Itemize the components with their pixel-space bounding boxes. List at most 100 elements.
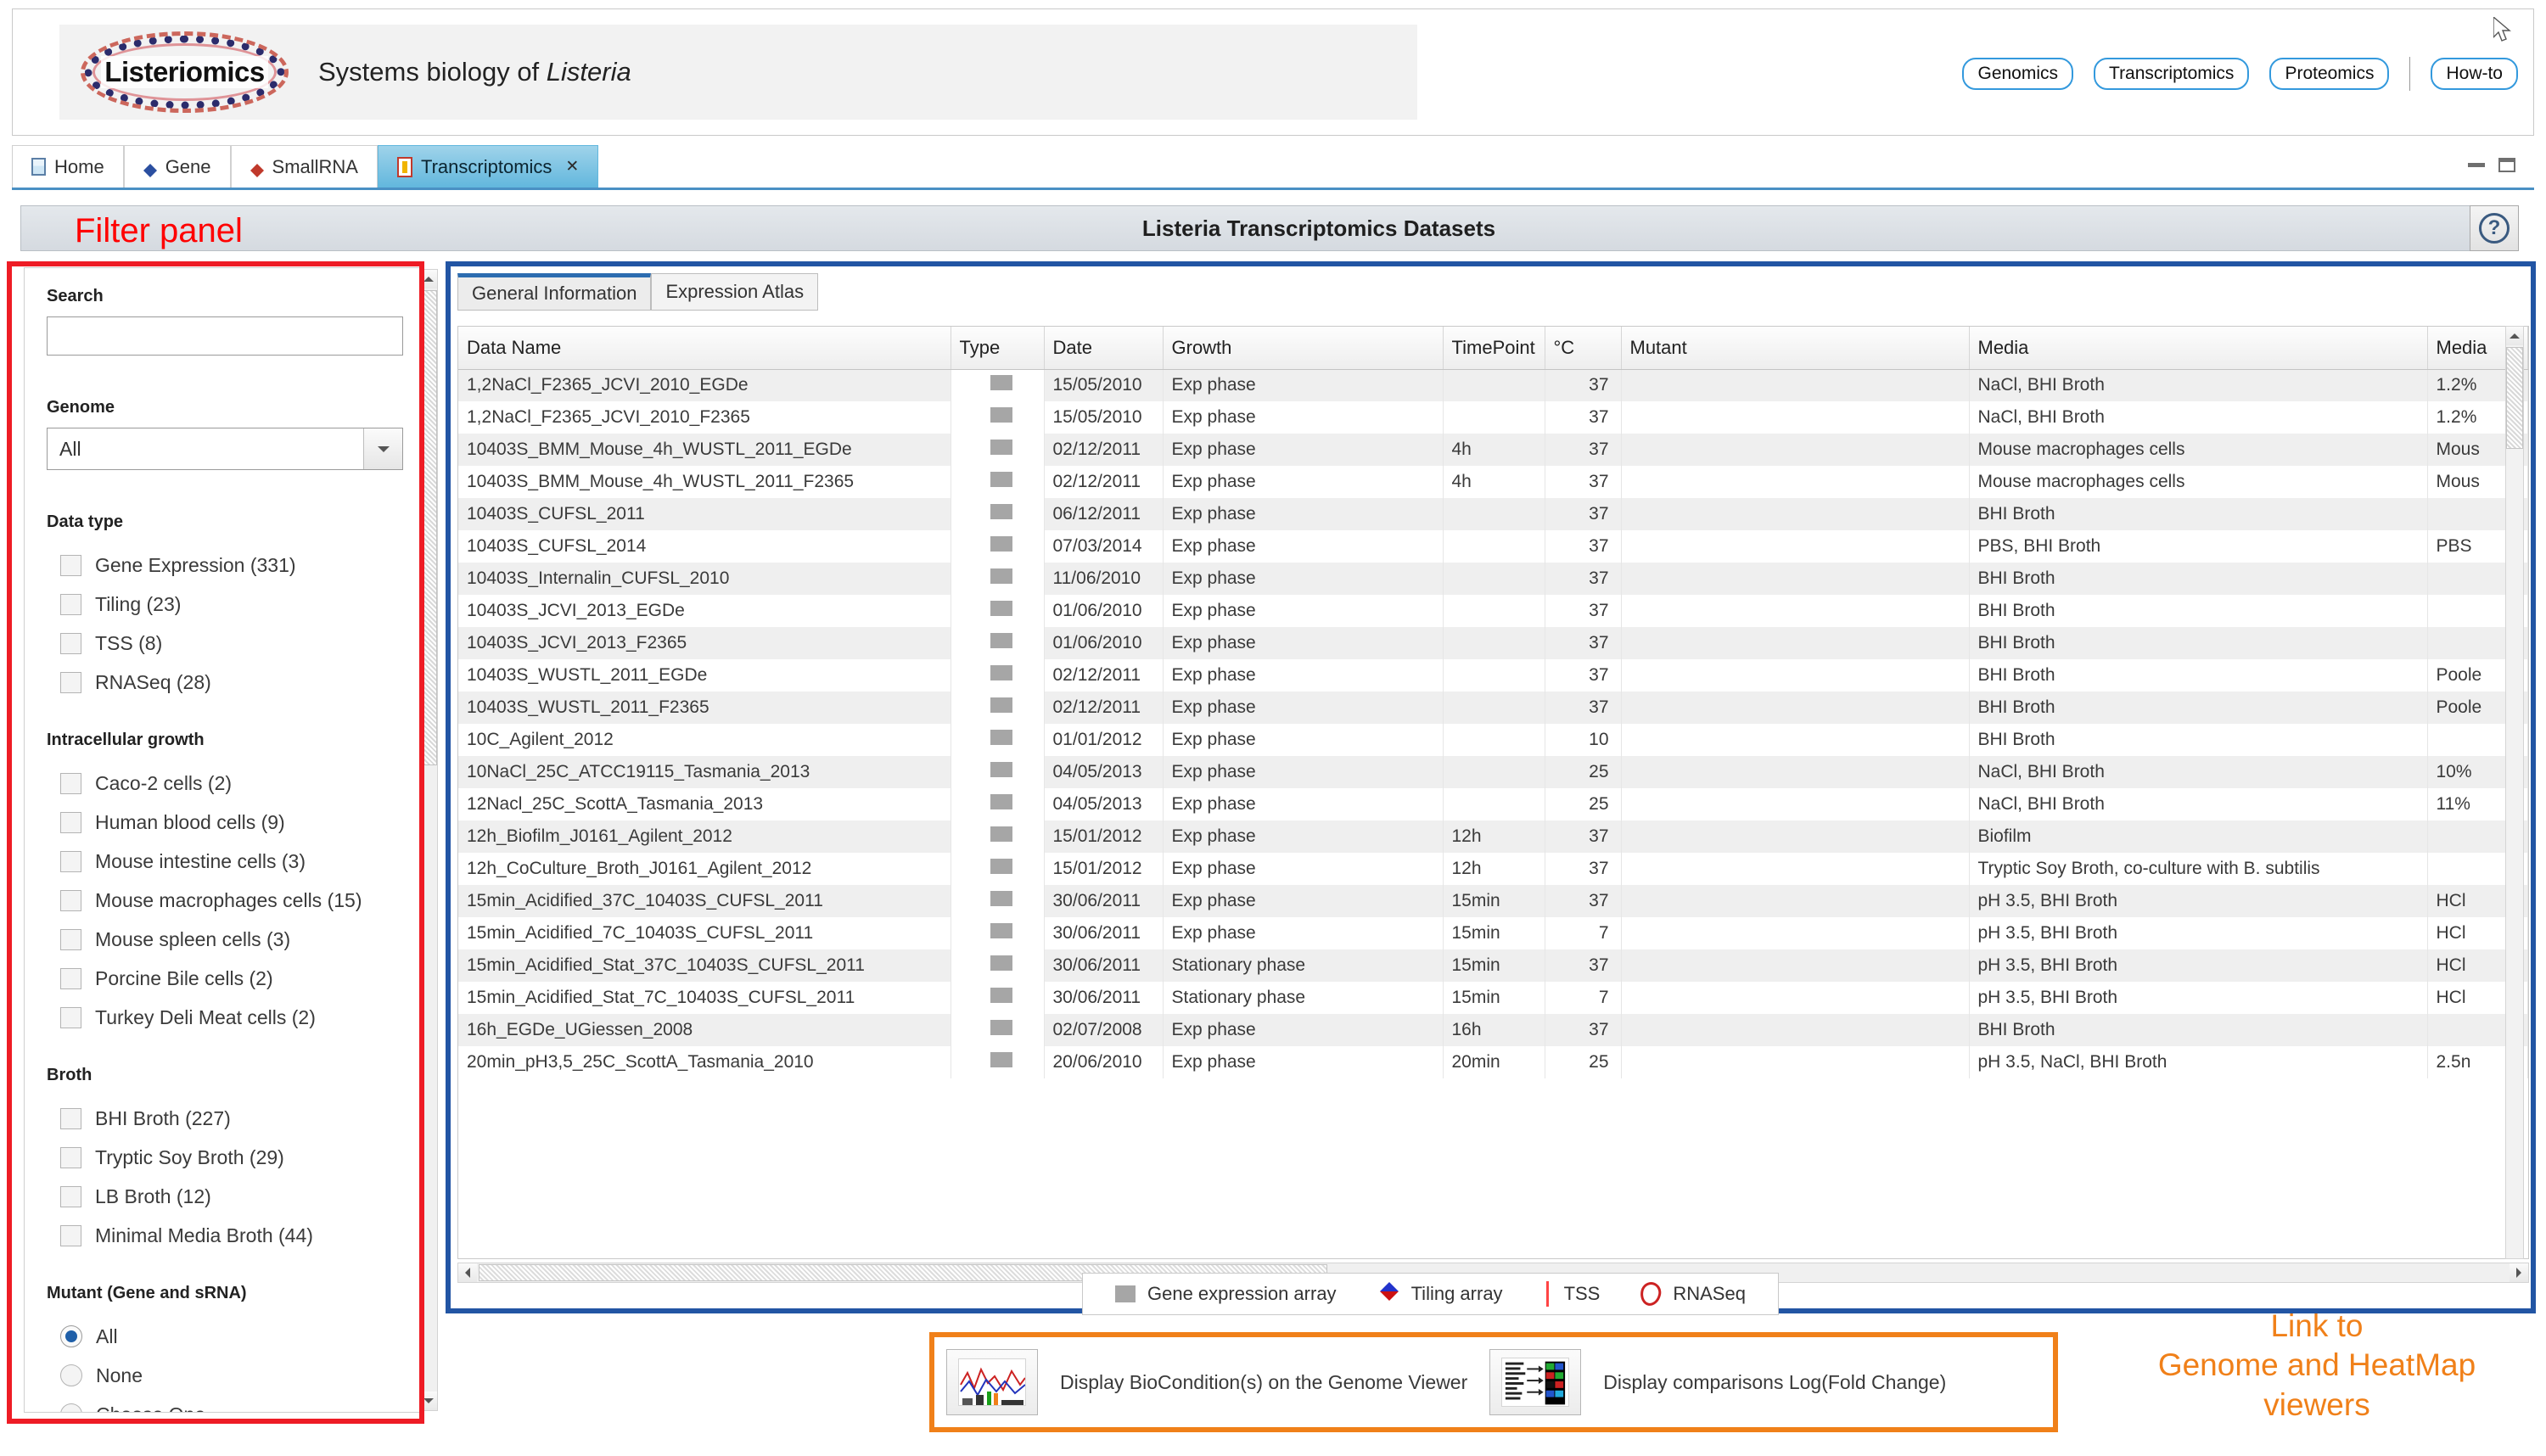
- help-button[interactable]: ?: [2470, 205, 2519, 251]
- radio-icon[interactable]: [60, 1325, 82, 1347]
- table-row[interactable]: 15min_Acidified_37C_10403S_CUFSL_201130/…: [458, 885, 2527, 917]
- table-row[interactable]: 10403S_WUSTL_2011_EGDe02/12/2011Exp phas…: [458, 659, 2527, 692]
- table-row[interactable]: 10403S_WUSTL_2011_F236502/12/2011Exp pha…: [458, 692, 2527, 724]
- genome-select[interactable]: All: [47, 428, 403, 470]
- nav-divider: [2409, 57, 2410, 91]
- checkbox-icon[interactable]: [60, 633, 81, 654]
- column-header-mutant[interactable]: Mutant: [1621, 327, 1969, 369]
- cell-timepoint: 12h: [1443, 853, 1545, 885]
- filter-panel-scrollbar[interactable]: [419, 269, 438, 1411]
- scroll-up-icon[interactable]: [2506, 327, 2523, 345]
- checkbox-mouse-intestine[interactable]: Mouse intestine cells (3): [47, 842, 400, 881]
- checkbox-icon[interactable]: [60, 1108, 81, 1129]
- cell-type: [951, 401, 1044, 434]
- table-row[interactable]: 15min_Acidified_7C_10403S_CUFSL_201130/0…: [458, 917, 2527, 949]
- checkbox-icon[interactable]: [60, 1007, 81, 1028]
- checkbox-rnaseq[interactable]: RNASeq (28): [47, 663, 400, 702]
- table-row[interactable]: 1,2NaCl_F2365_JCVI_2010_EGDe15/05/2010Ex…: [458, 369, 2527, 401]
- radio-mutant-choose-one[interactable]: Choose One: [47, 1395, 400, 1413]
- table-row[interactable]: 10C_Agilent_201201/01/2012Exp phase10BHI…: [458, 724, 2527, 756]
- checkbox-icon[interactable]: [60, 812, 81, 833]
- search-input[interactable]: [47, 316, 403, 356]
- checkbox-icon[interactable]: [60, 672, 81, 693]
- chevron-down-icon[interactable]: [363, 428, 402, 469]
- column-header-date[interactable]: Date: [1044, 327, 1163, 369]
- cell-date: 02/07/2008: [1044, 1014, 1163, 1046]
- checkbox-mouse-spleen[interactable]: Mouse spleen cells (3): [47, 920, 400, 959]
- scrollbar-thumb[interactable]: [2506, 347, 2523, 449]
- checkbox-turkey-deli-meat[interactable]: Turkey Deli Meat cells (2): [47, 998, 400, 1037]
- table-vertical-scrollbar[interactable]: [2505, 326, 2524, 1259]
- column-header-timepoint[interactable]: TimePoint: [1443, 327, 1545, 369]
- nav-transcriptomics-button[interactable]: Transcriptomics: [2094, 58, 2249, 90]
- checkbox-icon[interactable]: [60, 773, 81, 794]
- checkbox-gene-expression[interactable]: Gene Expression (331): [47, 546, 400, 585]
- cell-type: [951, 659, 1044, 692]
- minimize-icon[interactable]: [2468, 163, 2485, 167]
- radio-mutant-all[interactable]: All: [47, 1317, 400, 1356]
- checkbox-icon[interactable]: [60, 1225, 81, 1246]
- radio-mutant-none[interactable]: None: [47, 1356, 400, 1395]
- checkbox-human-blood[interactable]: Human blood cells (9): [47, 803, 400, 842]
- checkbox-icon[interactable]: [60, 594, 81, 615]
- table-row[interactable]: 10403S_BMM_Mouse_4h_WUSTL_2011_EGDe02/12…: [458, 434, 2527, 466]
- column-header-media[interactable]: Media: [1969, 327, 2427, 369]
- column-header-type[interactable]: Type: [951, 327, 1044, 369]
- table-row[interactable]: 12h_Biofilm_J0161_Agilent_201215/01/2012…: [458, 820, 2527, 853]
- column-header-data-name[interactable]: Data Name: [458, 327, 951, 369]
- checkbox-porcine-bile[interactable]: Porcine Bile cells (2): [47, 959, 400, 998]
- table-row[interactable]: 10403S_Internalin_CUFSL_201011/06/2010Ex…: [458, 563, 2527, 595]
- nav-howto-button[interactable]: How-to: [2431, 58, 2518, 90]
- column-header-temperature[interactable]: °C: [1545, 327, 1621, 369]
- checkbox-icon[interactable]: [60, 890, 81, 911]
- checkbox-icon[interactable]: [60, 968, 81, 989]
- table-row[interactable]: 15min_Acidified_Stat_37C_10403S_CUFSL_20…: [458, 949, 2527, 982]
- scroll-down-icon[interactable]: [420, 1392, 437, 1410]
- table-row[interactable]: 16h_EGDe_UGiessen_200802/07/2008Exp phas…: [458, 1014, 2527, 1046]
- checkbox-tryptic-soy-broth[interactable]: Tryptic Soy Broth (29): [47, 1138, 400, 1177]
- checkbox-icon[interactable]: [60, 929, 81, 950]
- table-row[interactable]: 12h_CoCulture_Broth_J0161_Agilent_201215…: [458, 853, 2527, 885]
- radio-icon[interactable]: [60, 1364, 82, 1386]
- table-row[interactable]: 10403S_CUFSL_201106/12/2011Exp phase37BH…: [458, 498, 2527, 530]
- scroll-right-icon[interactable]: [2510, 1263, 2528, 1282]
- checkbox-icon[interactable]: [60, 555, 81, 576]
- scroll-up-icon[interactable]: [420, 270, 437, 288]
- tab-gene[interactable]: Gene: [124, 145, 231, 188]
- table-row[interactable]: 15min_Acidified_Stat_7C_10403S_CUFSL_201…: [458, 982, 2527, 1014]
- checkbox-tiling[interactable]: Tiling (23): [47, 585, 400, 624]
- scroll-left-icon[interactable]: [458, 1263, 477, 1282]
- checkbox-bhi-broth[interactable]: BHI Broth (227): [47, 1099, 400, 1138]
- nav-genomics-button[interactable]: Genomics: [1962, 58, 2073, 90]
- table-row[interactable]: 10403S_BMM_Mouse_4h_WUSTL_2011_F236502/1…: [458, 466, 2527, 498]
- checkbox-tss[interactable]: TSS (8): [47, 624, 400, 663]
- checkbox-minimal-media-broth[interactable]: Minimal Media Broth (44): [47, 1216, 400, 1255]
- tab-expression-atlas[interactable]: Expression Atlas: [651, 273, 818, 311]
- close-icon[interactable]: ✕: [565, 157, 579, 176]
- checkbox-icon[interactable]: [60, 851, 81, 872]
- scrollbar-thumb[interactable]: [420, 290, 437, 765]
- maximize-icon[interactable]: [2498, 158, 2515, 172]
- heatmap-viewer-button[interactable]: [1489, 1349, 1581, 1415]
- table-row[interactable]: 10NaCl_25C_ATCC19115_Tasmania_201304/05/…: [458, 756, 2527, 788]
- checkbox-icon[interactable]: [60, 1147, 81, 1168]
- column-header-growth[interactable]: Growth: [1163, 327, 1443, 369]
- table-row[interactable]: 10403S_CUFSL_201407/03/2014Exp phase37PB…: [458, 530, 2527, 563]
- table-row[interactable]: 10403S_JCVI_2013_F236501/06/2010Exp phas…: [458, 627, 2527, 659]
- table-row[interactable]: 20min_pH3,5_25C_ScottA_Tasmania_201020/0…: [458, 1046, 2527, 1078]
- checkbox-mouse-macrophages[interactable]: Mouse macrophages cells (15): [47, 881, 400, 920]
- table-row[interactable]: 12Nacl_25C_ScottA_Tasmania_201304/05/201…: [458, 788, 2527, 820]
- checkbox-caco2[interactable]: Caco-2 cells (2): [47, 764, 400, 803]
- tab-transcriptomics[interactable]: Transcriptomics ✕: [378, 145, 598, 188]
- genome-viewer-button[interactable]: [946, 1349, 1038, 1415]
- radio-icon[interactable]: [60, 1403, 82, 1413]
- checkbox-icon[interactable]: [60, 1186, 81, 1207]
- checkbox-label: Caco-2 cells (2): [95, 772, 232, 795]
- checkbox-lb-broth[interactable]: LB Broth (12): [47, 1177, 400, 1216]
- table-row[interactable]: 10403S_JCVI_2013_EGDe01/06/2010Exp phase…: [458, 595, 2527, 627]
- nav-proteomics-button[interactable]: Proteomics: [2269, 58, 2389, 90]
- table-row[interactable]: 1,2NaCl_F2365_JCVI_2010_F236515/05/2010E…: [458, 401, 2527, 434]
- tab-smallrna[interactable]: SmallRNA: [231, 145, 378, 188]
- tab-general-information[interactable]: General Information: [457, 273, 651, 311]
- tab-home[interactable]: Home: [12, 145, 124, 188]
